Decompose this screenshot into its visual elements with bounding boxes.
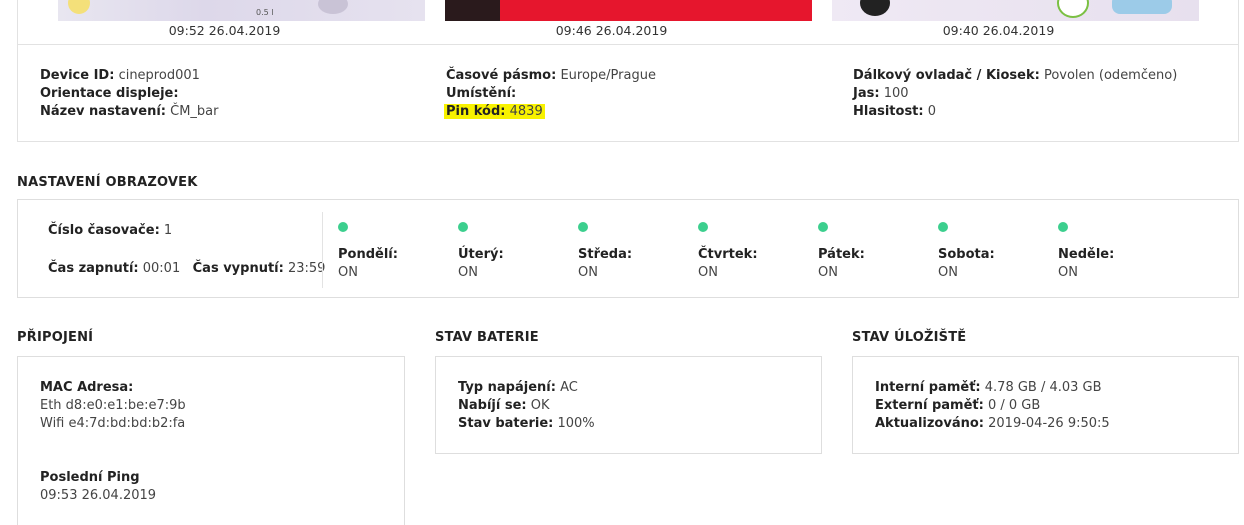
orientation-row: Orientace displeje: — [40, 86, 179, 101]
status-dot — [458, 222, 468, 232]
logo-shape — [860, 0, 890, 16]
device-info-panel: 0.5 l 09:52 26.04.2019 09:46 26.04.2019 … — [17, 0, 1239, 142]
status-dot — [578, 222, 588, 232]
wifi-mac: Wifi e4:7d:bd:bd:b2:fa — [40, 416, 186, 431]
day-monday: Pondělí: ON — [338, 222, 398, 282]
eth-mac: Eth d8:e0:e1:be:e7:9b — [40, 398, 186, 413]
battery-content: Typ napájení: AC Nabíjí se: OK Stav bate… — [458, 379, 595, 433]
screenshot-time-1: 09:52 26.04.2019 — [168, 23, 281, 38]
status-dot — [818, 222, 828, 232]
timer-divider — [322, 212, 323, 288]
storage-section-title: STAV ÚLOŽIŠTĚ — [852, 330, 967, 345]
device-id-row: Device ID: cineprod001 — [40, 68, 200, 83]
cups-shape — [1112, 0, 1172, 14]
status-dot — [698, 222, 708, 232]
last-ping-label: Poslední Ping — [40, 470, 140, 485]
external-memory-row: Externí paměť: 0 / 0 GB — [875, 398, 1041, 413]
volume-row: Hlasitost: 0 — [853, 104, 937, 119]
timezone-row: Časové pásmo: Europe/Prague — [446, 68, 656, 83]
day-sunday: Neděle: ON — [1058, 222, 1114, 282]
screenshot-thumbnail-3[interactable] — [832, 0, 1199, 21]
settings-name-row: Název nastavení: ČM_bar — [40, 104, 219, 119]
status-dot — [938, 222, 948, 232]
connection-section-title: PŘIPOJENÍ — [17, 330, 94, 345]
device-info-col-1: Device ID: cineprod001 Orientace displej… — [40, 67, 219, 121]
badge-shape — [1057, 0, 1089, 18]
mac-label: MAC Adresa: — [40, 380, 134, 395]
screenshot-time-2: 09:46 26.04.2019 — [555, 23, 668, 38]
power-type-row: Typ napájení: AC — [458, 380, 578, 395]
timer-panel: Číslo časovače: 1 Čas zapnutí: 00:01 Čas… — [17, 199, 1239, 298]
lemon-shape — [68, 0, 90, 14]
poster-dark-area — [445, 0, 500, 21]
screenshot-thumbnail-2[interactable] — [445, 0, 812, 21]
timer-number-row: Číslo časovače: 1 — [48, 223, 173, 238]
day-wednesday: Středa: ON — [578, 222, 632, 282]
last-ping-value: 09:53 26.04.2019 — [40, 488, 157, 503]
remote-kiosk-row: Dálkový ovladač / Kiosek: Povolen (odemč… — [853, 68, 1178, 83]
divider — [18, 44, 1238, 45]
timer-times-row: Čas zapnutí: 00:01 Čas vypnutí: 23:59 — [48, 261, 326, 276]
updated-row: Aktualizováno: 2019-04-26 9:50:5 — [875, 416, 1110, 431]
device-info-col-3: Dálkový ovladač / Kiosek: Povolen (odemč… — [853, 67, 1177, 121]
day-saturday: Sobota: ON — [938, 222, 995, 282]
battery-panel: Typ napájení: AC Nabíjí se: OK Stav bate… — [435, 356, 822, 454]
location-row: Umístění: — [446, 86, 517, 101]
battery-section-title: STAV BATERIE — [435, 330, 539, 345]
screenshot-thumbnail-1[interactable]: 0.5 l — [58, 0, 425, 21]
glass-shape — [318, 0, 348, 14]
battery-level-row: Stav baterie: 100% — [458, 416, 595, 431]
storage-panel: Interní paměť: 4.78 GB / 4.03 GB Externí… — [852, 356, 1239, 454]
screens-section-title: NASTAVENÍ OBRAZOVEK — [17, 175, 198, 190]
day-thursday: Čtvrtek: ON — [698, 222, 758, 282]
thumbnail-caption: 0.5 l — [256, 8, 274, 17]
day-tuesday: Úterý: ON — [458, 222, 504, 282]
connection-content: MAC Adresa: Eth d8:e0:e1:be:e7:9b Wifi e… — [40, 379, 186, 505]
timer-summary: Číslo časovače: 1 Čas zapnutí: 00:01 Čas… — [48, 222, 325, 278]
day-friday: Pátek: ON — [818, 222, 865, 282]
status-dot — [1058, 222, 1068, 232]
pin-code-highlight: Pin kód: 4839 — [444, 104, 545, 119]
pin-code-row: Pin kód: 4839 — [444, 103, 656, 121]
brightness-row: Jas: 100 — [853, 86, 909, 101]
status-dot — [338, 222, 348, 232]
internal-memory-row: Interní paměť: 4.78 GB / 4.03 GB — [875, 380, 1102, 395]
storage-content: Interní paměť: 4.78 GB / 4.03 GB Externí… — [875, 379, 1110, 433]
connection-panel: MAC Adresa: Eth d8:e0:e1:be:e7:9b Wifi e… — [17, 356, 405, 525]
charging-row: Nabíjí se: OK — [458, 398, 550, 413]
device-info-col-2: Časové pásmo: Europe/Prague Umístění: Pi… — [444, 67, 656, 121]
screenshot-time-3: 09:40 26.04.2019 — [942, 23, 1055, 38]
